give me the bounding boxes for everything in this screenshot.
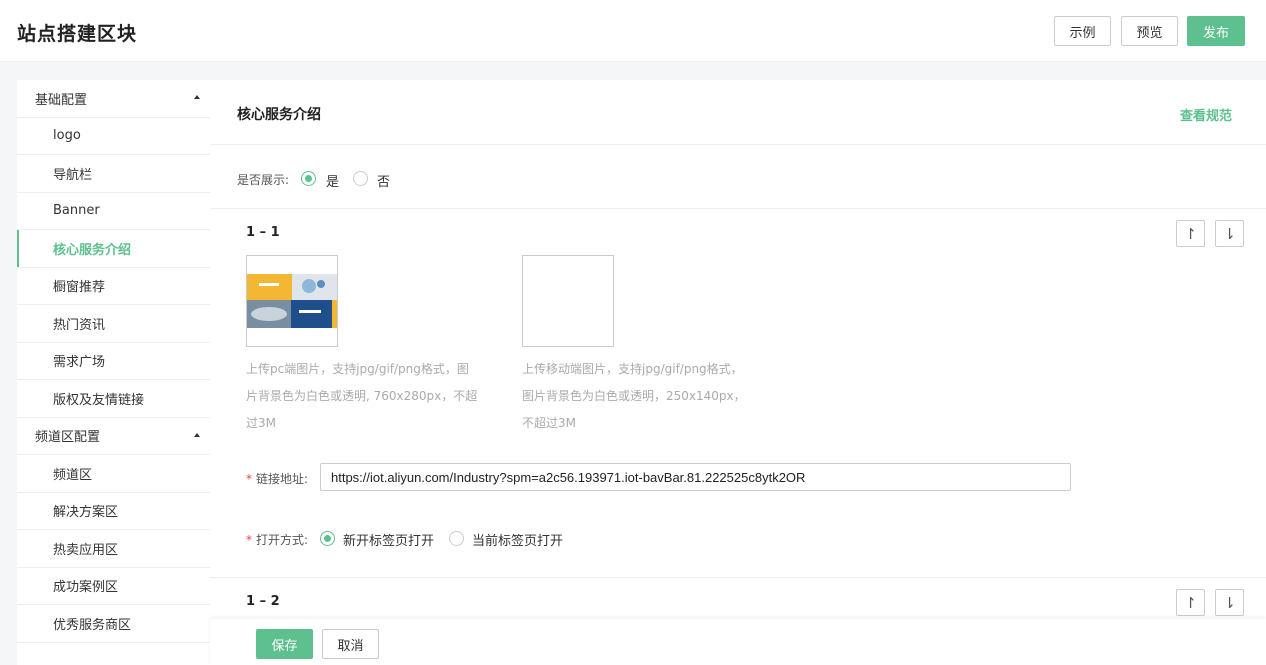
page-title: 站点搭建区块: [17, 23, 138, 45]
sidebar-item-label: 版权及友情链接: [53, 392, 145, 408]
sidebar-group-basic[interactable]: 基础配置: [17, 80, 210, 118]
sidebar-item-label: 解决方案区: [53, 505, 119, 521]
sidebar-item-label: 导航栏: [53, 167, 93, 183]
open-current-tab-radio[interactable]: [449, 531, 464, 546]
sidebar-item-providers[interactable]: 优秀服务商区: [17, 605, 210, 643]
arrow-down-icon: ⇂: [1223, 224, 1236, 243]
move-down-button[interactable]: ⇂: [1215, 220, 1244, 247]
caret-up-icon: [194, 95, 200, 99]
sidebar-item-label: 频道区: [53, 467, 93, 483]
show-yes-radio[interactable]: [301, 171, 316, 186]
sidebar: 基础配置 logo 导航栏 Banner 核心服务介绍 橱窗推荐 热门资讯 需求…: [17, 80, 210, 665]
show-toggle-row: 是否展示: 是 否: [210, 145, 1266, 209]
sidebar-item-label: 优秀服务商区: [53, 617, 132, 633]
hint-line: 不超过3M: [522, 416, 576, 430]
open-current-tab-label[interactable]: 当前标签页打开: [472, 530, 563, 549]
panel-header: 核心服务介绍 查看规范: [210, 80, 1266, 145]
top-header: 站点搭建区块 示例 预览 发布: [0, 0, 1266, 62]
sidebar-item-label: Banner: [53, 203, 100, 219]
open-mode-label-text: 打开方式:: [256, 533, 309, 547]
hint-line: 片背景色为白色或透明, 760x280px，不超: [246, 389, 478, 403]
item-divider: [210, 577, 1266, 578]
show-yes-label[interactable]: 是: [326, 171, 339, 190]
item-title: 1 – 1: [246, 225, 280, 240]
open-new-tab-label[interactable]: 新开标签页打开: [343, 530, 434, 549]
sidebar-item-solutions[interactable]: 解决方案区: [17, 493, 210, 530]
sidebar-item-showcase[interactable]: 橱窗推荐: [17, 268, 210, 305]
sidebar-group-label: 基础配置: [35, 92, 88, 108]
sidebar-item-banner[interactable]: Banner: [17, 193, 210, 230]
sidebar-item-hot-news[interactable]: 热门资讯: [17, 305, 210, 343]
move-up-button[interactable]: ↾: [1176, 220, 1205, 247]
sidebar-item-demand-square[interactable]: 需求广场: [17, 343, 210, 380]
open-new-tab-radio[interactable]: [320, 531, 335, 546]
sidebar-item-channel[interactable]: 频道区: [17, 455, 210, 493]
cancel-button[interactable]: 取消: [322, 629, 379, 659]
show-no-radio[interactable]: [353, 171, 368, 186]
arrow-up-icon: ↾: [1184, 593, 1197, 612]
sidebar-item-label: 需求广场: [53, 355, 106, 371]
pc-image-thumbnail: [247, 274, 337, 328]
panel-title: 核心服务介绍: [237, 107, 321, 123]
pc-image-hint: 上传pc端图片，支持jpg/gif/png格式，图 片背景色为白色或透明, 76…: [246, 356, 477, 437]
example-button[interactable]: 示例: [1054, 16, 1111, 46]
footer-bar: 保存 取消: [210, 619, 1266, 665]
mobile-image-upload[interactable]: [522, 255, 614, 347]
required-mark: *: [246, 533, 252, 547]
save-button[interactable]: 保存: [256, 629, 313, 659]
show-no-label[interactable]: 否: [377, 171, 390, 190]
show-label: 是否展示:: [237, 173, 290, 187]
open-mode-label: * 打开方式:: [246, 531, 308, 548]
hint-line: 上传pc端图片，支持jpg/gif/png格式，图: [246, 362, 469, 376]
view-spec-link[interactable]: 查看规范: [1180, 105, 1232, 124]
sidebar-item-navbar[interactable]: 导航栏: [17, 155, 210, 193]
sidebar-item-label: 热卖应用区: [53, 542, 119, 558]
hint-line: 图片背景色为白色或透明，250x140px，: [522, 389, 746, 403]
sidebar-item-success-cases[interactable]: 成功案例区: [17, 568, 210, 605]
sidebar-item-core-services[interactable]: 核心服务介绍: [17, 230, 210, 268]
move-up-button[interactable]: ↾: [1176, 589, 1205, 616]
sidebar-item-hot-apps[interactable]: 热卖应用区: [17, 530, 210, 568]
link-label: * 链接地址:: [246, 470, 308, 487]
link-url-input[interactable]: [320, 463, 1071, 491]
pc-image-upload[interactable]: [246, 255, 338, 347]
main-panel: 核心服务介绍 查看规范 是否展示: 是 否 1 – 1 ↾ ⇂ 上传pc端图片，…: [210, 80, 1266, 665]
publish-button[interactable]: 发布: [1187, 16, 1245, 46]
hint-line: 上传移动端图片，支持jpg/gif/png格式，: [522, 362, 743, 376]
sidebar-item-label: 橱窗推荐: [53, 280, 106, 296]
sidebar-item-copyright-links[interactable]: 版权及友情链接: [17, 380, 210, 418]
sidebar-item-label: 核心服务介绍: [53, 242, 132, 258]
link-label-text: 链接地址:: [256, 472, 309, 486]
caret-up-icon: [194, 432, 200, 437]
sidebar-item-label: logo: [53, 128, 81, 144]
sidebar-group-channel[interactable]: 频道区配置: [17, 418, 210, 455]
arrow-up-icon: ↾: [1184, 224, 1197, 243]
hint-line: 过3M: [246, 416, 276, 430]
move-down-button[interactable]: ⇂: [1215, 589, 1244, 616]
required-mark: *: [246, 472, 252, 486]
item-title: 1 – 2: [246, 594, 280, 609]
sidebar-item-label: 热门资讯: [53, 317, 106, 333]
sidebar-group-label: 频道区配置: [35, 430, 101, 446]
sidebar-item-logo[interactable]: logo: [17, 118, 210, 155]
arrow-down-icon: ⇂: [1223, 593, 1236, 612]
preview-button[interactable]: 预览: [1121, 16, 1178, 46]
sidebar-item-label: 成功案例区: [53, 580, 119, 596]
mobile-image-hint: 上传移动端图片，支持jpg/gif/png格式， 图片背景色为白色或透明，250…: [522, 356, 746, 437]
